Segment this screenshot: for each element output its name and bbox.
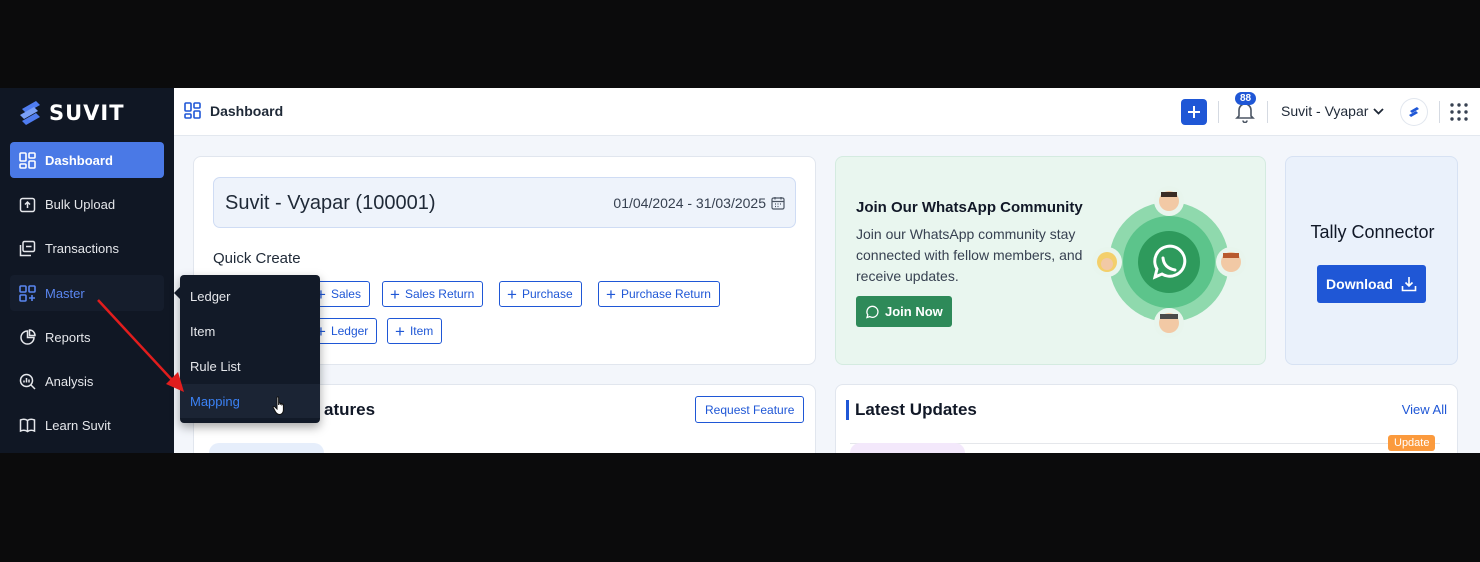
suvit-logo-icon [20,101,40,125]
hand-cursor-icon [272,396,284,416]
company-name: Suvit - Vyapar (100001) [225,192,436,214]
topbar: Dashboard 88 Suvit - Vyapar [174,88,1480,136]
tally-connector-card: Tally Connector Download [1285,156,1458,365]
chevron-down-icon [1373,107,1385,115]
sidebar-item-label: Dashboard [45,152,113,168]
sidebar: SUVIT Dashboard Bulk Upload Transactions… [0,88,174,453]
button-label: Purchase [521,287,573,301]
sidebar-item-label: Analysis [45,373,94,389]
whatsapp-community-card: Join Our WhatsApp Community Join our Wha… [835,156,1266,365]
plus-icon: + [507,284,517,304]
features-title: atures [324,400,376,419]
apps-menu-button[interactable] [1450,103,1468,126]
analysis-icon [19,373,36,390]
sidebar-item-label: Reports [45,329,91,345]
community-illustration [1092,186,1246,338]
plus-icon: + [395,321,405,341]
sidebar-item-dashboard[interactable]: Dashboard [10,142,164,178]
financial-year[interactable]: 01/04/2024 - 31/03/2025 [613,195,785,211]
quick-create-purchase-button[interactable]: + Purchase [499,281,582,307]
updates-title: Latest Updates [846,400,977,420]
breadcrumb: Dashboard [184,102,283,119]
download-icon [1401,277,1417,292]
tally-title: Tally Connector [1310,222,1435,242]
whatsapp-title: Join Our WhatsApp Community [856,199,1083,216]
menu-item-rule-list[interactable]: Rule List [180,349,320,383]
plus-icon [1188,106,1200,118]
plus-icon: + [390,284,400,304]
whatsapp-icon [866,305,879,319]
dashboard-icon [19,151,36,169]
pie-chart-icon [20,328,36,345]
feature-chip [209,443,324,453]
app-name: SUVIT [49,101,125,125]
button-label: Download [1326,276,1393,292]
sidebar-item-transactions[interactable]: Transactions [10,230,164,266]
company-header: Suvit - Vyapar (100001) 01/04/2024 - 31/… [213,177,796,228]
quick-create-sales-return-button[interactable]: + Sales Return [382,281,484,307]
sidebar-item-label: Learn Suvit [45,417,111,433]
master-icon [19,284,36,302]
app-frame: SUVIT Dashboard Bulk Upload Transactions… [0,88,1480,453]
sidebar-item-learn-suvit[interactable]: Learn Suvit [10,407,164,443]
avatar[interactable] [1401,99,1427,125]
join-now-button[interactable]: Join Now [856,296,952,327]
notifications-button[interactable] [1235,101,1255,128]
menu-item-mapping[interactable]: Mapping [180,384,320,418]
sidebar-item-bulk-upload[interactable]: Bulk Upload [10,186,164,222]
annotation-arrow [97,299,184,392]
button-label: Purchase Return [620,287,711,301]
menu-item-item[interactable]: Item [180,314,320,348]
request-feature-button[interactable]: Request Feature [695,396,805,423]
menu-item-ledger[interactable]: Ledger [180,279,320,313]
sidebar-item-label: Bulk Upload [45,196,116,212]
date-range: 01/04/2024 - 31/03/2025 [613,195,766,211]
button-label: Sales [330,287,361,301]
download-button[interactable]: Download [1317,265,1426,303]
quick-create-title: Quick Create [213,250,301,267]
logo[interactable]: SUVIT [18,98,125,128]
company-selector-label: Suvit - Vyapar [1281,103,1369,119]
view-all-link[interactable]: View All [1402,402,1447,417]
master-dropdown-menu: Ledger Item Rule List Mapping [174,275,320,423]
upload-icon [19,197,36,212]
sidebar-item-label: Transactions [45,240,119,256]
divider [1218,101,1219,123]
book-icon [19,418,36,432]
apps-grid-icon [1450,103,1468,121]
quick-add-button[interactable] [1181,99,1207,125]
whatsapp-description: Join our WhatsApp community stay connect… [856,226,1083,284]
divider [1439,101,1440,123]
update-thumbnail [850,443,965,453]
notification-badge: 88 [1235,92,1257,105]
company-selector[interactable]: Suvit - Vyapar [1281,103,1385,119]
button-label: Join Now [885,304,943,319]
button-label: Sales Return [404,287,475,301]
dashboard-icon [184,102,201,119]
latest-updates-card: Latest Updates View All Update [835,384,1458,453]
quick-create-purchase-return-button[interactable]: + Purchase Return [598,281,720,307]
quick-create-item-button[interactable]: + Item [387,318,443,344]
update-badge: Update [1388,435,1436,451]
transactions-icon [19,240,36,256]
calendar-icon [771,197,785,210]
divider [1267,101,1268,123]
button-label: Item [409,324,434,338]
suvit-logo-icon [1409,107,1419,117]
plus-icon: + [606,284,616,304]
page-title: Dashboard [210,102,284,119]
button-label: Ledger [330,324,369,338]
sidebar-item-label: Master [45,285,85,301]
